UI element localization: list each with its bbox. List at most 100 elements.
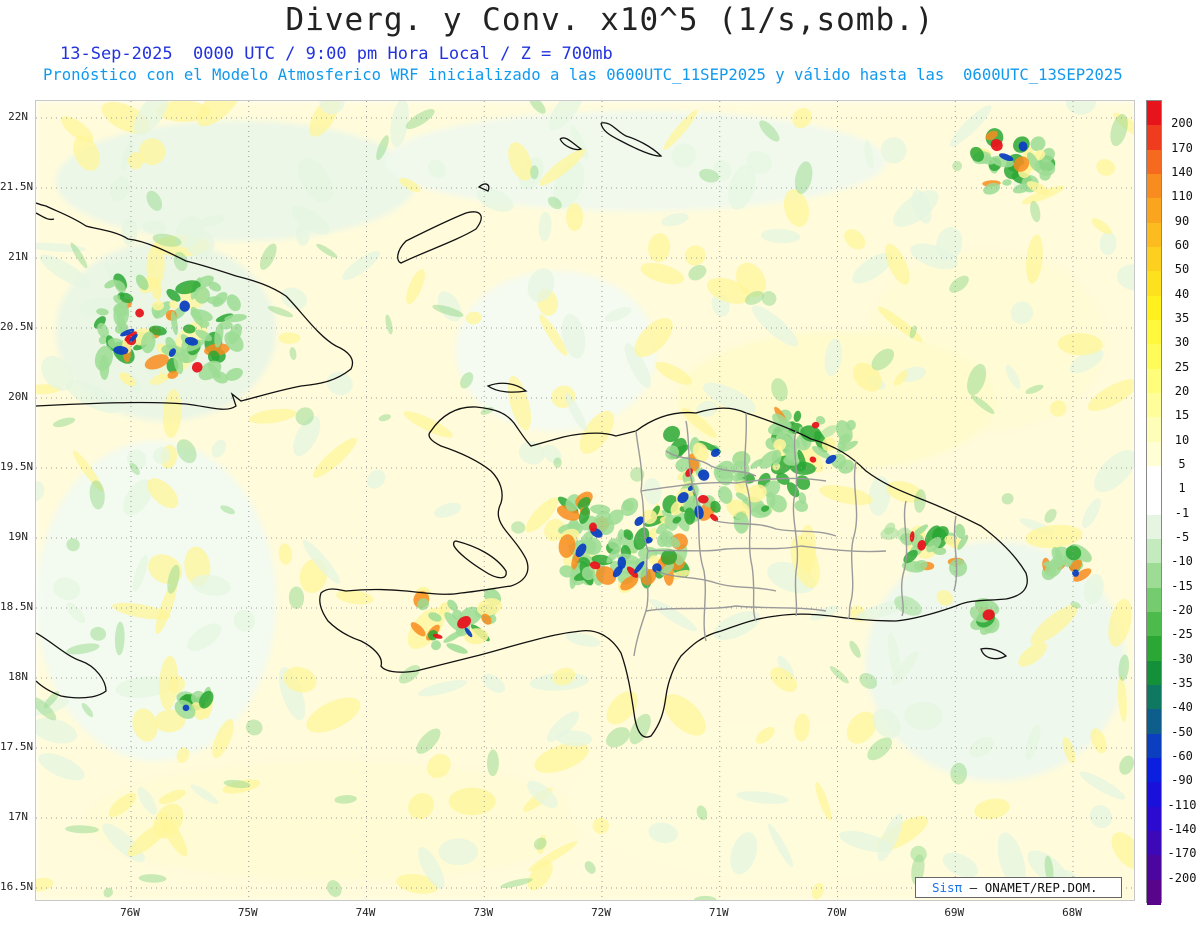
colorbar-label: -15 (1171, 578, 1193, 593)
field-blob (438, 838, 478, 866)
colorbar-segment (1147, 879, 1161, 905)
lon-tick-label: 69W (944, 906, 965, 919)
lat-tick-label: 17.5N (0, 740, 34, 753)
colorbar-label: 1 (1178, 481, 1186, 496)
colorbar-label: 60 (1174, 238, 1190, 252)
colorbar-segment (1147, 685, 1161, 710)
lat-tick-label: 22N (8, 110, 28, 123)
colorbar-segment (1147, 806, 1161, 832)
colorbar-label: -170 (1167, 846, 1197, 861)
lat-tick-label: 18.5N (0, 600, 34, 613)
field-blob (448, 787, 496, 816)
lat-tick-label: 19N (8, 530, 28, 543)
lon-tick-label: 75W (237, 906, 258, 919)
field-blob (530, 165, 539, 180)
colorbar-label: -25 (1171, 627, 1193, 642)
map-panel[interactable] (35, 100, 1135, 901)
lat-tick-label: 17N (8, 810, 28, 823)
colorbar-label: -110 (1167, 797, 1197, 812)
colorbar-label: 35 (1174, 311, 1190, 325)
lat-tick-label: 16.5N (0, 880, 34, 893)
colorbar-segment (1147, 101, 1161, 126)
lon-tick-label: 71W (708, 906, 729, 919)
colorbar-label: -40 (1171, 700, 1193, 715)
colorbar-label: -60 (1171, 749, 1193, 763)
colorbar-label: 30 (1174, 335, 1190, 350)
sispi-logo: Sisπ (932, 880, 963, 895)
colorbar-segment (1147, 393, 1161, 418)
colorbar-segment (1147, 490, 1161, 516)
colorbar-segment (1147, 295, 1161, 321)
colorbar-label: -20 (1171, 603, 1193, 617)
colorbar-label: 50 (1174, 262, 1190, 277)
lat-tick-label: 21N (8, 250, 28, 263)
colorbar-label: -140 (1167, 822, 1197, 836)
lon-tick-label: 76W (120, 906, 140, 919)
colorbar-segment (1147, 222, 1161, 248)
colorbar-label: 170 (1171, 140, 1193, 155)
map-canvas[interactable] (36, 101, 1135, 901)
colorbar-segment (1147, 198, 1161, 224)
colorbar-segment (1147, 320, 1161, 345)
lat-tick-label: 21.5N (0, 180, 34, 193)
field-blob (278, 332, 301, 344)
colorbar-segment (1147, 587, 1161, 613)
colorbar-segment (1147, 466, 1161, 491)
colorbar-segment (1147, 855, 1161, 881)
credit-text: – ONAMET/REP.DOM. (969, 880, 1098, 895)
field-blob (182, 704, 190, 712)
colorbar-segment (1147, 247, 1161, 272)
lat-tick-label: 19.5N (0, 460, 34, 473)
colorbar-segment (1147, 612, 1161, 637)
lon-tick-label: 70W (826, 906, 847, 919)
lat-tick-label: 18N (8, 670, 28, 683)
colorbar-label: -30 (1171, 651, 1193, 666)
credit-box: Sisπ – ONAMET/REP.DOM. (915, 877, 1122, 898)
colorbar-segment (1147, 636, 1161, 662)
colorbar-segment (1147, 368, 1161, 394)
colorbar-label: 200 (1171, 116, 1193, 131)
colorbar-label: -5 (1174, 530, 1190, 544)
lon-tick-label: 72W (591, 906, 611, 919)
colorbar-segment (1147, 441, 1161, 467)
lat-tick-label: 20N (8, 390, 28, 403)
colorbar-label: -35 (1171, 676, 1193, 690)
colorbar-label: -90 (1171, 773, 1193, 788)
colorbar-label: 15 (1174, 408, 1190, 423)
colorbar-segment (1147, 660, 1161, 686)
colorbar-segment (1147, 417, 1161, 443)
colorbar-segment (1147, 149, 1161, 175)
colorbar-segment (1147, 174, 1161, 199)
colorbar-segment (1147, 733, 1161, 759)
forecast-time-subtitle: 13-Sep-2025 0000 UTC / 9:00 pm Hora Loca… (60, 44, 613, 64)
lat-tick-label: 20.5N (0, 320, 34, 333)
colorbar-label: 140 (1171, 165, 1193, 179)
field-blob (566, 202, 584, 232)
colorbar-segment (1147, 709, 1161, 735)
colorbar-label: 25 (1174, 359, 1190, 374)
colorbar-segment (1147, 344, 1161, 370)
colorbar-label: -1 (1174, 505, 1190, 520)
colorbar-label: 110 (1171, 189, 1193, 204)
colorbar-label: 20 (1174, 384, 1190, 398)
colorbar-label: -50 (1171, 724, 1193, 739)
chart-title: Diverg. y Conv. x10^5 (1/s,somb.) (285, 2, 935, 38)
lon-tick-label: 73W (473, 906, 494, 919)
colorbar-label: 10 (1174, 432, 1190, 447)
colorbar-label: 5 (1178, 457, 1186, 471)
lon-tick-label: 74W (355, 906, 376, 919)
colorbar-label: -10 (1171, 554, 1193, 569)
field-blob (880, 137, 907, 164)
colorbar-segment (1147, 271, 1161, 297)
colorbar (1146, 100, 1162, 905)
colorbar-segment (1147, 563, 1161, 589)
colorbar-segment (1147, 831, 1161, 856)
colorbar-label: 90 (1174, 213, 1190, 228)
colorbar-segment (1147, 125, 1161, 151)
colorbar-segment (1147, 539, 1161, 564)
model-run-subtitle: Pronóstico con el Modelo Atmosferico WRF… (43, 66, 1123, 84)
colorbar-segment (1147, 758, 1161, 783)
lon-tick-label: 68W (1062, 906, 1082, 919)
colorbar-segment (1147, 514, 1161, 540)
colorbar-segment (1147, 782, 1161, 808)
